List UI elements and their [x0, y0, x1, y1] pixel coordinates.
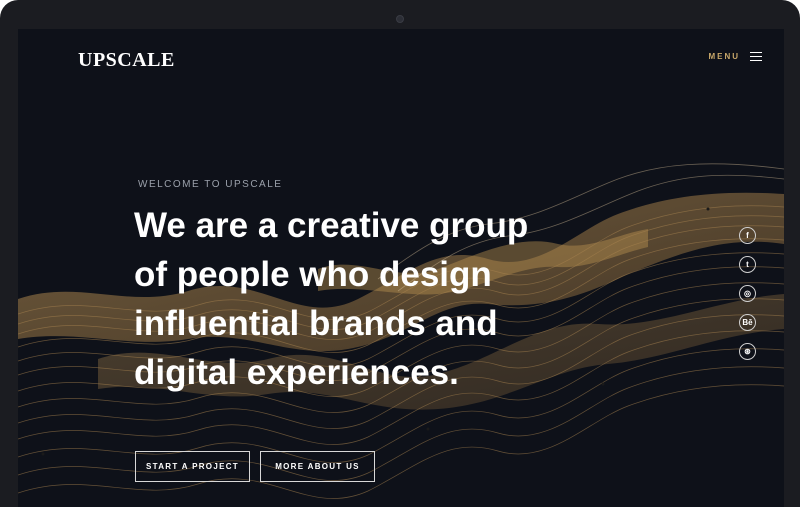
more-about-us-button[interactable]: MORE ABOUT US [260, 451, 375, 482]
brand-logo[interactable]: UPSCALE [78, 49, 175, 72]
menu-label: MENU [708, 52, 740, 61]
hamburger-icon [750, 51, 762, 62]
menu-button[interactable]: MENU [708, 51, 762, 62]
headline-line: of people who design [134, 255, 492, 294]
dribbble-icon[interactable]: ⊛ [739, 343, 756, 360]
headline-line: influential brands and [134, 304, 498, 343]
website-screen: UPSCALE MENU WELCOME TO UPSCALE We are a… [18, 29, 784, 507]
laptop-frame: UPSCALE MENU WELCOME TO UPSCALE We are a… [0, 0, 800, 507]
hero-headline: We are a creative group of people who de… [134, 201, 554, 397]
social-links: f t ◎ Bē ⊛ [739, 227, 756, 360]
camera-dot [396, 15, 404, 23]
twitter-icon[interactable]: t [739, 256, 756, 273]
instagram-icon[interactable]: ◎ [739, 285, 756, 302]
start-project-button[interactable]: START A PROJECT [135, 451, 250, 482]
behance-icon[interactable]: Bē [739, 314, 756, 331]
headline-line: We are a creative group [134, 206, 529, 245]
headline-line: digital experiences. [134, 353, 459, 392]
facebook-icon[interactable]: f [739, 227, 756, 244]
hero-eyebrow: WELCOME TO UPSCALE [138, 179, 283, 190]
